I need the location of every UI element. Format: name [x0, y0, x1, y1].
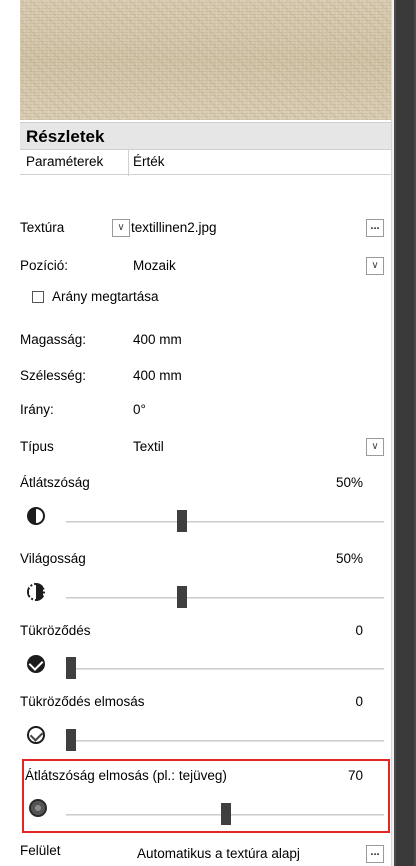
direction-value[interactable]: 0°: [133, 402, 146, 417]
direction-label: Irány:: [20, 402, 54, 417]
fog-icon: [29, 799, 47, 817]
outer-scrollbar-track[interactable]: [396, 0, 414, 866]
column-header-value[interactable]: Érték: [133, 154, 165, 169]
transparency-blur-slider-thumb[interactable]: [221, 803, 232, 825]
transparency-label: Átlátszóság: [20, 475, 90, 490]
brightness-icon: [27, 583, 45, 601]
transparency-blur-value: 70: [347, 768, 363, 783]
reflection-label: Tükröződés: [20, 623, 91, 638]
transparency-slider-thumb[interactable]: [176, 510, 187, 532]
reflection-slider-thumb[interactable]: [66, 657, 76, 679]
transparency-slider-track[interactable]: [66, 521, 384, 523]
reflection-blur-slider-thumb[interactable]: [66, 729, 76, 751]
reflection-icon: [27, 655, 45, 673]
brightness-label: Világosság: [20, 551, 86, 566]
reflection-value: 0: [355, 623, 363, 638]
reflection-blur-slider-track[interactable]: [66, 740, 384, 742]
section-title: Részletek: [26, 127, 105, 146]
column-divider[interactable]: [128, 150, 129, 176]
keep-ratio-checkbox[interactable]: [32, 291, 44, 303]
transparency-icon: [27, 507, 45, 525]
texture-preview-image: [20, 0, 391, 120]
chevron-down-icon: ∨: [371, 441, 379, 452]
chevron-down-icon: ∨: [371, 260, 379, 271]
texture-browse-button[interactable]: ...: [366, 219, 384, 237]
texture-dropdown-button[interactable]: ∨: [112, 219, 130, 237]
transparency-value: 50%: [335, 475, 363, 490]
position-dropdown-button[interactable]: ∨: [366, 257, 384, 275]
surface-label: Felület: [20, 843, 61, 858]
brightness-value: 50%: [335, 551, 363, 566]
column-header-param[interactable]: Paraméterek: [26, 154, 103, 169]
properties-panel: Részletek Paraméterek Érték Textúra ∨ te…: [0, 0, 405, 866]
width-label: Szélesség:: [20, 368, 87, 383]
outer-scrollbar[interactable]: [394, 0, 416, 866]
chevron-down-icon: ∨: [117, 222, 125, 233]
reflection-blur-value: 0: [355, 694, 363, 709]
position-label: Pozíció:: [20, 258, 69, 273]
reflection-blur-icon: [27, 726, 45, 744]
type-label: Típus: [20, 439, 54, 454]
column-headers: Paraméterek Érték: [20, 149, 391, 176]
type-dropdown-button[interactable]: ∨: [366, 438, 384, 456]
width-value[interactable]: 400 mm: [133, 368, 182, 383]
surface-browse-button[interactable]: ...: [366, 845, 384, 863]
position-value[interactable]: Mozaik: [133, 258, 176, 273]
brightness-slider-track[interactable]: [66, 597, 384, 599]
height-value[interactable]: 400 mm: [133, 332, 182, 347]
height-label: Magasság:: [20, 332, 87, 347]
brightness-slider-thumb[interactable]: [176, 586, 187, 608]
section-header: Részletek: [20, 122, 391, 149]
texture-label: Textúra: [20, 220, 65, 235]
reflection-slider-track[interactable]: [66, 668, 384, 670]
surface-value[interactable]: Automatikus a textúra alapj: [137, 846, 300, 861]
keep-ratio-label[interactable]: Arány megtartása: [52, 289, 159, 304]
transparency-blur-label: Átlátszóság elmosás (pl.: tejüveg): [25, 768, 227, 783]
type-value[interactable]: Textil: [133, 439, 164, 454]
texture-value[interactable]: textillinen2.jpg: [131, 220, 217, 235]
reflection-blur-label: Tükröződés elmosás: [20, 694, 145, 709]
